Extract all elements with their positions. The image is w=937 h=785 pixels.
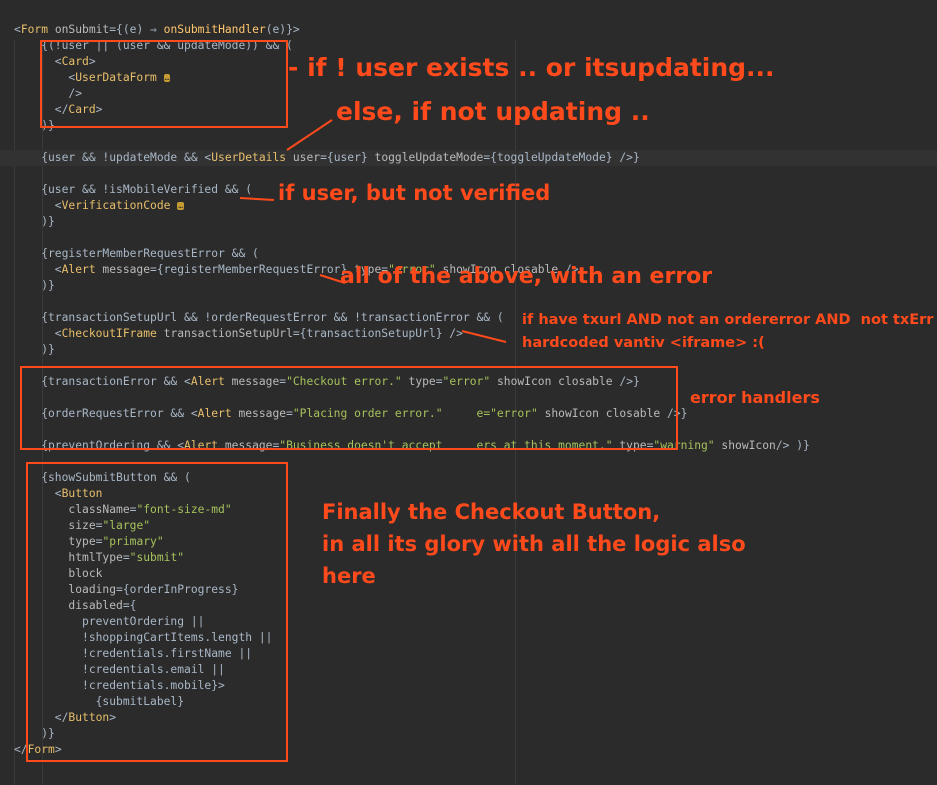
code-token: message [102,263,151,276]
code-line-text: <CheckoutIFrame transactionSetupUrl={tra… [14,326,463,342]
code-line[interactable]: {user && !updateMode && <UserDetails use… [0,150,937,166]
annotation-not-verified: if user, but not verified [278,181,551,205]
code-token: {user && !updateMode && < [14,151,212,164]
annotation-box-checkout-button [26,462,288,762]
code-token: ={registerMemberRequestError} [150,263,355,276]
code-token: {registerMemberRequestError && ( [14,247,259,260]
code-token: ={user} [320,151,375,164]
code-token: )} [14,279,55,292]
code-line-text: <Form onSubmit={(e) ⇒ onSubmitHandler(e)… [14,22,300,38]
annotation-error-handlers: error handlers [690,388,820,407]
code-line-text: )} [14,278,55,294]
code-token: UserDetails [211,151,293,164]
code-token: onSubmit [54,23,110,36]
code-token: onSubmitHandler [163,23,266,36]
code-token: < [14,199,62,212]
code-token: ={transactionSetupUrl} /> [292,327,463,340]
code-line-text: )} [14,342,55,358]
code-token: /> )} [775,439,810,452]
annotation-user-exists: - if ! user exists .. or itsupdating... [288,53,775,82]
annotation-not-updating: else, if not updating .. [336,97,650,126]
code-token: CheckoutIFrame [61,327,164,340]
code-token: < [14,263,62,276]
code-token: {user && !isMobileVerified && ( [14,183,253,196]
code-line-text: <VerificationCode … [14,198,185,214]
folded-code-icon[interactable]: … [177,202,185,210]
annotation-box-error-handlers [20,366,678,450]
code-token: )} [14,343,55,356]
code-line-text: {transactionSetupUrl && !orderRequestErr… [14,310,504,326]
annotation-txurl-line2: hardcoded vantiv <iframe> :( [522,335,765,351]
code-line-text: {user && !updateMode && <UserDetails use… [14,150,640,166]
code-token: ={(e) ⇒ [109,23,164,36]
code-token: transactionSetupUrl [163,327,293,340]
code-token: )} [14,215,55,228]
code-line-text: {user && !isMobileVerified && ( [14,182,252,198]
code-token: showIcon [721,439,776,452]
code-token: ={toggleUpdateMode} />} [483,151,640,164]
code-token: user [292,151,321,164]
code-token: Alert [61,263,103,276]
code-token: toggleUpdateMode [374,151,484,164]
annotation-txurl-line1: if have txurl AND not an ordererror AND … [522,312,934,328]
annotation-checkout-line1: Finally the Checkout Button, [322,500,661,524]
code-token: < [14,23,21,36]
code-line-text: {registerMemberRequestError && ( [14,246,259,262]
code-token: (e)}> [265,23,300,36]
annotation-all-above: all of the above, with an error [340,264,713,289]
annotation-box-user-form [40,40,288,128]
code-token: < [14,327,62,340]
code-line-text: )} [14,214,55,230]
code-token: Form [20,23,55,36]
code-token: VerificationCode [61,199,178,212]
annotation-checkout-line3: here [322,564,376,588]
code-token: {transactionSetupUrl && !orderRequestErr… [14,311,504,324]
annotation-checkout-line2: in all its glory with all the logic also [322,532,746,556]
